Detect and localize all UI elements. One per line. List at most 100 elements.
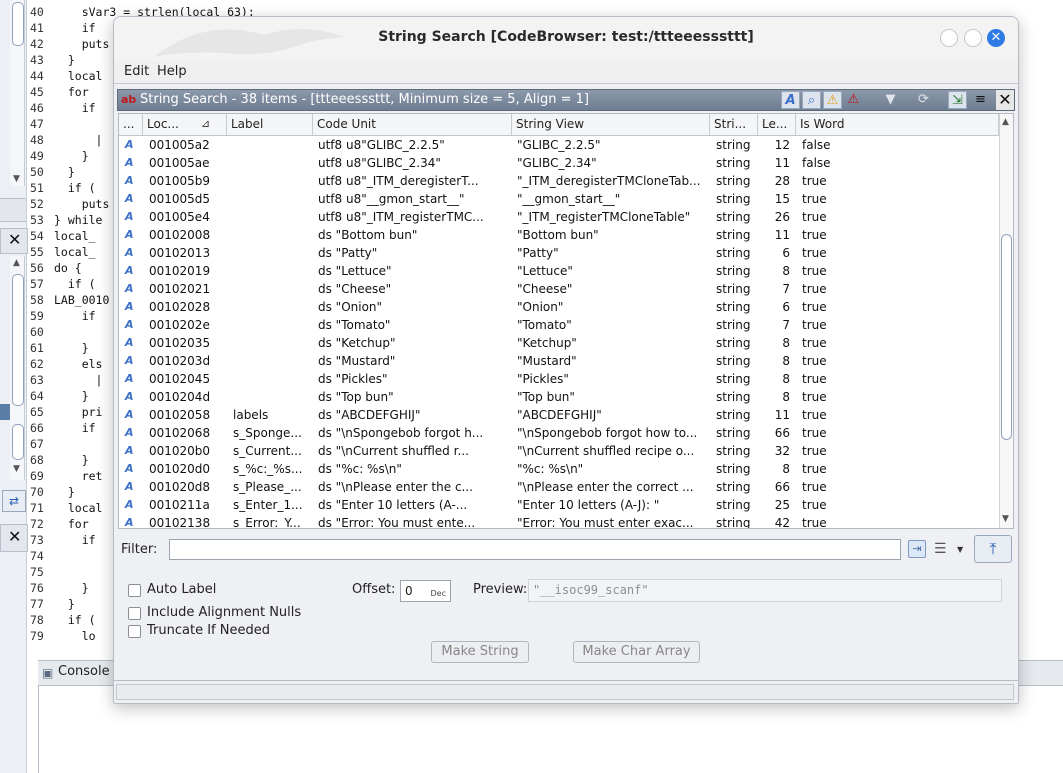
make-string-button[interactable]: Make String [431,641,529,663]
error-icon[interactable]: ⚠ [844,91,863,109]
code-line[interactable]: 69 ret [30,468,102,484]
side-scroll-thumb-1[interactable] [12,2,24,46]
code-line[interactable]: 77 } [30,596,75,612]
filter-icon[interactable]: ▼ [881,91,900,109]
column-header[interactable]: String View [512,114,710,135]
table-scrollbar[interactable]: ▲ ▼ [999,114,1013,528]
code-line[interactable]: 54 local_ [30,228,96,244]
code-line[interactable]: 52 puts [30,196,109,212]
filter-input[interactable] [169,539,901,560]
scroll-thumb[interactable] [1001,234,1012,440]
code-line[interactable]: 63 | [30,372,102,388]
truncate-if-needed-checkbox[interactable] [128,625,141,638]
navigate-icon[interactable]: ⇲ [948,91,967,109]
code-line[interactable]: 59 if [30,308,96,324]
code-line[interactable]: 42 puts [30,36,109,52]
table-row[interactable]: A 00102138 s_Error:_Y... ds "Error: You mus… [119,514,999,528]
code-line[interactable]: 41 if [30,20,96,36]
column-header[interactable]: Stri... [710,114,758,135]
code-line[interactable]: 75 [30,564,54,580]
code-line[interactable]: 66 if [30,420,96,436]
table-row[interactable]: A 001005e4 utf8 u8"_ITM_registerTMC... "_IT… [119,208,999,226]
table-row[interactable]: A 001020d8 s_Please_... ds "\nPlease enter … [119,478,999,496]
menu-icon[interactable]: ≡ [971,91,990,109]
code-line[interactable]: 58 LAB_0010 [30,292,109,308]
code-line[interactable]: 43 } [30,52,75,68]
table-row[interactable]: A 0010202e ds "Tomato" "Tomato" string 7 true [119,316,999,334]
window-close-button[interactable]: ✕ [987,29,1005,47]
code-line[interactable]: 74 [30,548,54,564]
column-header[interactable]: Loc... [143,114,227,135]
sort-icon[interactable]: ⊿ [201,117,210,130]
table-row[interactable]: A 001005d5 utf8 u8"__gmon_start__" "__gmon_… [119,190,999,208]
code-line[interactable]: 70 } [30,484,75,500]
chevron-down-icon[interactable]: ▼ [957,545,963,554]
table-row[interactable]: A 00102028 ds "Onion" "Onion" string 6 true [119,298,999,316]
offset-field[interactable]: 0 Dec [400,580,451,602]
code-line[interactable]: 47 [30,116,54,132]
table-row[interactable]: A 0010203d ds "Mustard" "Mustard" string 8 tru… [119,352,999,370]
strings-table[interactable]: ... Loc... ⊿ Label Code Unit String View… [118,113,1014,529]
table-row[interactable]: A 00102035 ds "Ketchup" "Ketchup" string 8 tru… [119,334,999,352]
code-line[interactable]: 57 if ( [30,276,96,292]
scroll-up-arrow-icon[interactable]: ▲ [13,258,20,268]
string-type-icon[interactable]: A [781,91,800,109]
table-row[interactable]: A 0010211a s_Enter_1... ds "Enter 10 letter… [119,496,999,514]
table-row[interactable]: A 00102058 labels ds "ABCDEFGHIJ" "ABCDEFGHI… [119,406,999,424]
code-line[interactable]: 48 | [30,132,102,148]
table-row[interactable]: A 001020b0 s_Current... ds "\nCurrent shuff… [119,442,999,460]
code-line[interactable]: 60 [30,324,54,340]
code-line[interactable]: 46 if [30,100,96,116]
code-line[interactable]: 55 local_ [30,244,96,260]
code-line[interactable]: 56 do { [30,260,82,276]
table-row[interactable]: A 00102013 ds "Patty" "Patty" string 6 true [119,244,999,262]
column-header[interactable]: Is Word [796,114,999,135]
console-tab[interactable]: Console [58,664,110,679]
table-row[interactable]: A 001020d0 s_%c:_%s... ds "%c: %s\n" "%c: %s… [119,460,999,478]
include-alignment-nulls-checkbox[interactable] [128,607,141,620]
code-line[interactable]: 51 if ( [30,180,96,196]
search-icon[interactable]: ⌕ [802,91,821,109]
window-titlebar[interactable]: String Search [CodeBrowser: test:/ttteee… [114,17,1018,62]
scroll-down-arrow-icon[interactable]: ▼ [13,464,20,474]
code-line[interactable]: 50 } [30,164,75,180]
code-line[interactable]: 62 els [30,356,102,372]
column-header[interactable]: ... [119,114,143,135]
make-char-array-button[interactable]: Make Char Array [573,641,700,663]
scroll-down-arrow-icon[interactable]: ▼ [1002,514,1009,524]
filter-navigate-icon[interactable]: ⇥ [908,540,926,558]
column-header[interactable]: Label [227,114,313,135]
close-icon[interactable]: ✕ [996,90,1014,110]
code-line[interactable]: 44 local [30,68,102,84]
code-line[interactable]: 73 if [30,532,96,548]
code-line[interactable]: 64 } [30,388,89,404]
table-row[interactable]: A 00102068 s_Sponge... ds "\nSpongebob forg… [119,424,999,442]
code-line[interactable]: 68 } [30,452,89,468]
table-row[interactable]: A 00102008 ds "Bottom bun" "Bottom bun" stri… [119,226,999,244]
scroll-to-top-button[interactable]: ⤒ [974,535,1012,563]
navigate-icon[interactable]: ⇄ [2,490,26,512]
code-line[interactable]: 67 [30,436,54,452]
warning-icon[interactable]: ⚠ [823,91,842,109]
code-line[interactable]: 45 for [30,84,89,100]
table-row[interactable]: A 001005b9 utf8 u8"_ITM_deregisterT... "_IT… [119,172,999,190]
code-line[interactable]: 65 pri [30,404,102,420]
code-line[interactable]: 71 local [30,500,102,516]
code-line[interactable]: 61 } [30,340,89,356]
maximize-button[interactable] [964,29,982,47]
code-line[interactable]: 53} while [30,212,102,228]
side-scroll-thumb-2[interactable] [12,274,24,406]
scroll-up-arrow-icon[interactable]: ▲ [1002,117,1009,127]
filter-options-icon[interactable]: ☰ [934,541,947,557]
code-line[interactable]: 72 for [30,516,89,532]
side-scroll-thumb-3[interactable] [12,424,24,460]
table-row[interactable]: A 001005ae utf8 u8"GLIBC_2.34" "GLIBC_2.34"… [119,154,999,172]
column-header[interactable]: Code Unit [313,114,512,135]
close-icon[interactable]: ✕ [8,527,21,546]
table-row[interactable]: A 00102019 ds "Lettuce" "Lettuce" string 8 tru… [119,262,999,280]
menu-help[interactable]: Help [157,64,187,79]
close-icon[interactable]: ✕ [8,230,21,249]
auto-label-checkbox[interactable] [128,584,141,597]
code-line[interactable]: 76 } [30,580,89,596]
table-row[interactable]: A 0010204d ds "Top bun" "Top bun" string 8 tru… [119,388,999,406]
